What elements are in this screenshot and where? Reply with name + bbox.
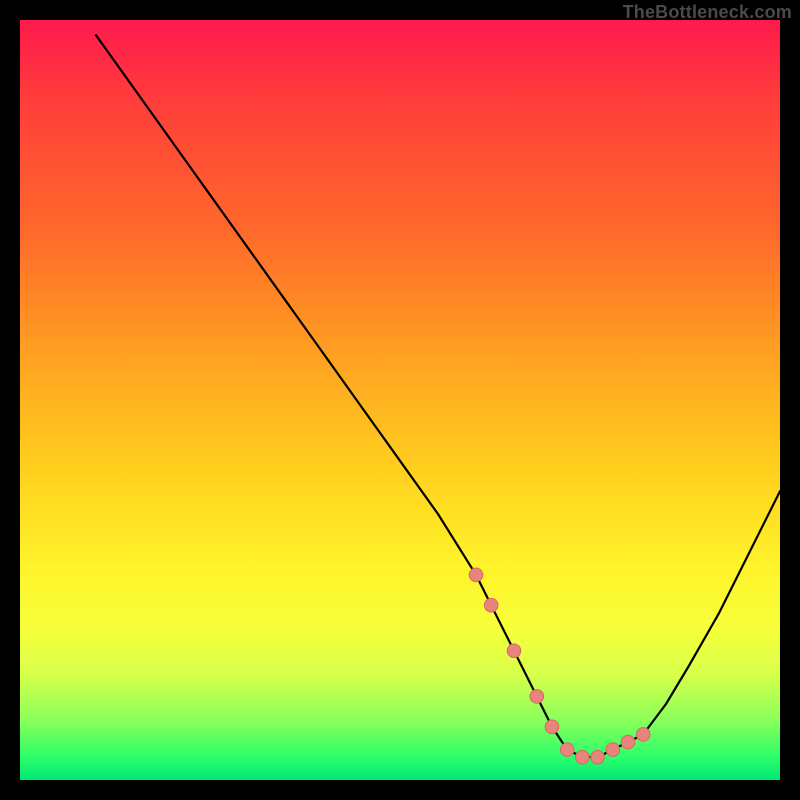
watermark-text: TheBottleneck.com (623, 2, 792, 23)
chart-frame (20, 20, 780, 780)
gradient-background (20, 20, 780, 780)
